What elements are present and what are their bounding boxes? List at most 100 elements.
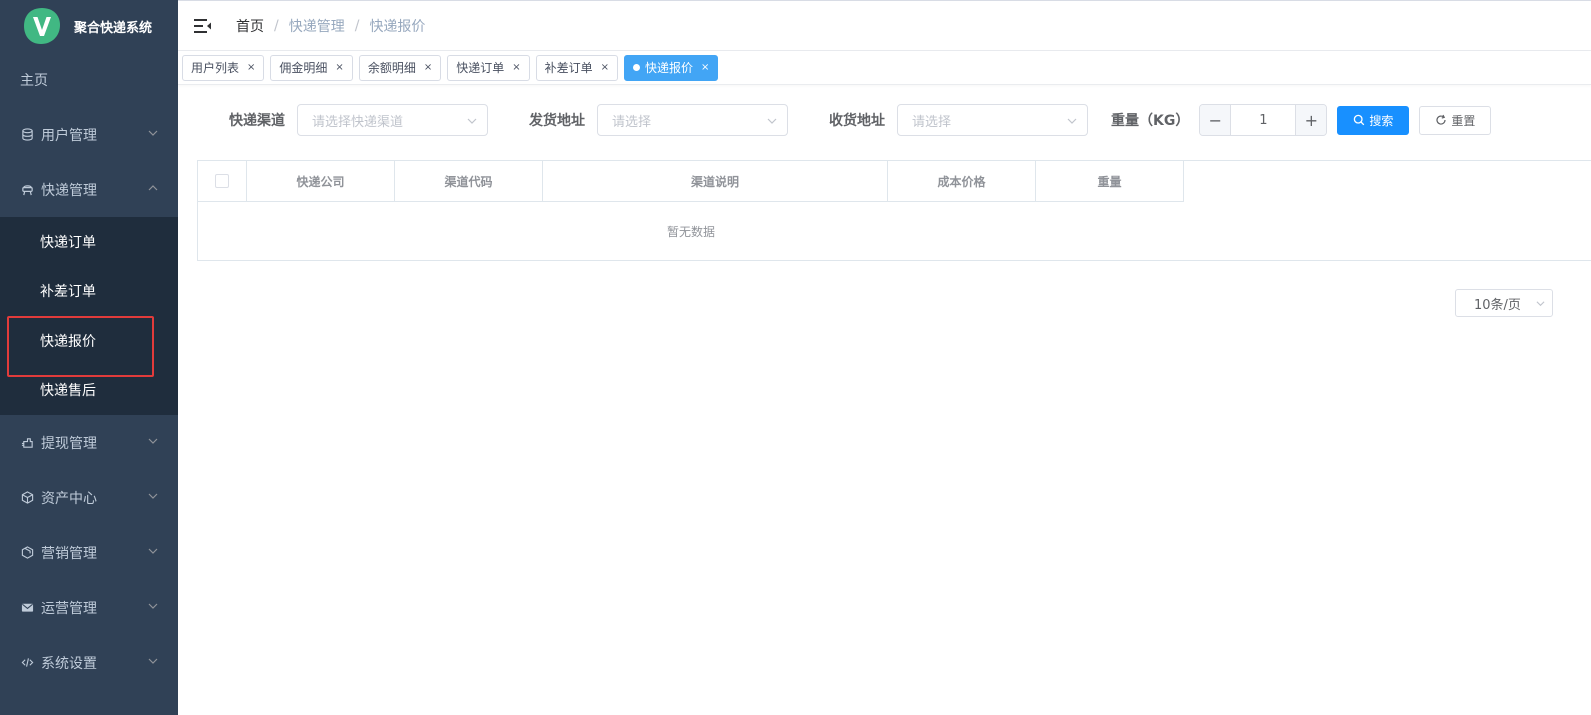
to-address-select[interactable]: 请选择	[897, 104, 1088, 136]
search-button-label: 搜索	[1369, 113, 1394, 128]
sidebar-item-marketing-management[interactable]: 营销管理	[0, 525, 178, 580]
tag-label: 余额明细	[367, 61, 416, 75]
sidebar-item-label: 提现管理	[41, 435, 97, 452]
page-size-select[interactable]: 10条/页	[1455, 289, 1553, 317]
sidebar-item-withdraw-management[interactable]: 提现管理	[0, 415, 178, 470]
logo-area[interactable]: 聚合快递系统	[0, 0, 178, 52]
close-icon[interactable]: ×	[247, 62, 255, 73]
sidebar-item-label: 资产中心	[41, 490, 97, 507]
channel-placeholder: 请选择快递渠道	[312, 114, 404, 130]
chevron-down-icon	[1536, 299, 1545, 308]
sidebar-subitem-courier-quote[interactable]: 快递报价	[0, 316, 178, 366]
close-icon[interactable]: ×	[701, 62, 709, 73]
chevron-down-icon	[148, 436, 158, 446]
menu-fold-icon[interactable]	[194, 18, 212, 34]
withdraw-icon	[20, 436, 34, 450]
sidebar-item-label: 运营管理	[41, 600, 97, 617]
breadcrumb: 首页 / 快递管理 / 快递报价	[236, 16, 425, 36]
sidebar-subitem-label: 快递订单	[40, 234, 96, 251]
tag-courier-quote[interactable]: 快递报价 ×	[624, 54, 719, 81]
search-form: 快递渠道 请选择快递渠道 发货地址 请选择 收货地址 请选择 重量（KG） − …	[178, 104, 1591, 136]
sidebar-subitem-label: 快递售后	[40, 383, 96, 400]
breadcrumb-courier-quote: 快递报价	[369, 18, 426, 35]
select-all-cell	[198, 161, 247, 202]
page-size-value: 10条/页	[1474, 297, 1521, 313]
cube-icon	[20, 491, 34, 505]
sidebar-item-courier-management[interactable]: 快递管理	[0, 162, 178, 217]
courier-icon	[20, 183, 34, 197]
tag-user-list[interactable]: 用户列表 ×	[182, 54, 265, 81]
weight-input[interactable]: 1	[1231, 105, 1295, 135]
box-icon	[20, 546, 34, 560]
top-navbar: 首页 / 快递管理 / 快递报价	[178, 0, 1591, 51]
tag-label: 快递报价	[645, 61, 694, 75]
sidebar-item-system-settings[interactable]: 系统设置	[0, 635, 178, 690]
courier-submenu: 快递订单 补差订单 快递报价 快递售后	[0, 217, 178, 415]
close-icon[interactable]: ×	[512, 62, 520, 73]
close-icon[interactable]: ×	[335, 62, 343, 73]
sidebar-subitem-label: 快递报价	[40, 333, 96, 350]
tag-label: 补差订单	[544, 61, 593, 75]
sidebar-subitem-courier-orders[interactable]: 快递订单	[0, 217, 178, 267]
sidebar-subitem-supplement-orders[interactable]: 补差订单	[0, 267, 178, 317]
app-title: 聚合快递系统	[74, 20, 153, 36]
sidebar-item-operations-management[interactable]: 运营管理	[0, 580, 178, 635]
to-address-label: 收货地址	[829, 113, 885, 129]
from-address-label: 发货地址	[529, 113, 585, 129]
tag-commission-detail[interactable]: 佣金明细 ×	[270, 54, 353, 81]
sidebar-item-asset-center[interactable]: 资产中心	[0, 470, 178, 525]
reset-button[interactable]: 重置	[1419, 105, 1492, 135]
breadcrumb-separator: /	[354, 17, 360, 34]
code-icon	[20, 656, 34, 670]
column-header-channel-description: 渠道说明	[543, 161, 888, 202]
chevron-down-icon	[767, 116, 777, 126]
sidebar-subitem-after-sales[interactable]: 快递售后	[0, 366, 178, 416]
select-all-checkbox[interactable]	[215, 174, 229, 188]
tag-label: 快递订单	[456, 61, 505, 75]
close-icon[interactable]: ×	[424, 62, 432, 73]
tag-supplement-orders[interactable]: 补差订单 ×	[535, 54, 619, 81]
decrease-button[interactable]: −	[1200, 105, 1232, 135]
chevron-up-icon	[148, 183, 158, 193]
column-header-cost-price: 成本价格	[888, 161, 1036, 202]
search-button[interactable]: 搜索	[1337, 105, 1410, 135]
chevron-down-icon	[1067, 116, 1077, 126]
search-icon	[1353, 114, 1365, 126]
from-address-select[interactable]: 请选择	[597, 104, 788, 136]
table-header: 快递公司 渠道代码 渠道说明 成本价格 重量	[198, 161, 1591, 202]
close-icon[interactable]: ×	[601, 62, 609, 73]
tags-view: 用户列表 × 佣金明细 × 余额明细 × 快递订单 × 补差订单 × 快递报价 ×	[178, 51, 1591, 85]
database-icon	[20, 128, 34, 142]
sidebar-item-user-management[interactable]: 用户管理	[0, 107, 178, 162]
sidebar-item-label: 用户管理	[41, 127, 97, 144]
column-header-courier-company: 快递公司	[247, 161, 395, 202]
sidebar-item-label: 主页	[20, 72, 48, 89]
sidebar-item-label: 系统设置	[41, 655, 97, 672]
weight-label: 重量（KG）	[1111, 113, 1190, 129]
from-address-placeholder: 请选择	[612, 114, 652, 130]
tag-label: 佣金明细	[279, 61, 328, 75]
chevron-down-icon	[148, 491, 158, 501]
column-header-channel-code: 渠道代码	[395, 161, 543, 202]
column-header-weight: 重量	[1036, 161, 1184, 202]
weight-stepper[interactable]: − 1 +	[1199, 104, 1328, 136]
increase-button[interactable]: +	[1295, 105, 1327, 135]
channel-select[interactable]: 请选择快递渠道	[297, 104, 488, 136]
chevron-down-icon	[148, 546, 158, 556]
breadcrumb-home[interactable]: 首页	[236, 16, 264, 36]
to-address-placeholder: 请选择	[912, 114, 952, 130]
tag-courier-orders[interactable]: 快递订单 ×	[447, 54, 530, 81]
sidebar: 聚合快递系统 主页 用户管理 快递管理 快递订单 补差订单 快递报价 快递售后	[0, 0, 178, 715]
tag-balance-detail[interactable]: 余额明细 ×	[358, 54, 442, 81]
empty-placeholder: 暂无数据	[666, 224, 715, 239]
breadcrumb-courier-management: 快递管理	[288, 18, 345, 35]
chevron-down-icon	[148, 601, 158, 611]
sidebar-item-home[interactable]: 主页	[0, 52, 178, 107]
sidebar-subitem-label: 补差订单	[40, 284, 96, 301]
sidebar-item-label: 营销管理	[41, 545, 97, 562]
breadcrumb-separator: /	[274, 17, 279, 34]
chevron-down-icon	[148, 656, 158, 666]
mail-icon	[20, 601, 34, 615]
quote-table: 快递公司 渠道代码 渠道说明 成本价格 重量 暂无数据	[197, 160, 1591, 261]
channel-label: 快递渠道	[229, 113, 285, 129]
